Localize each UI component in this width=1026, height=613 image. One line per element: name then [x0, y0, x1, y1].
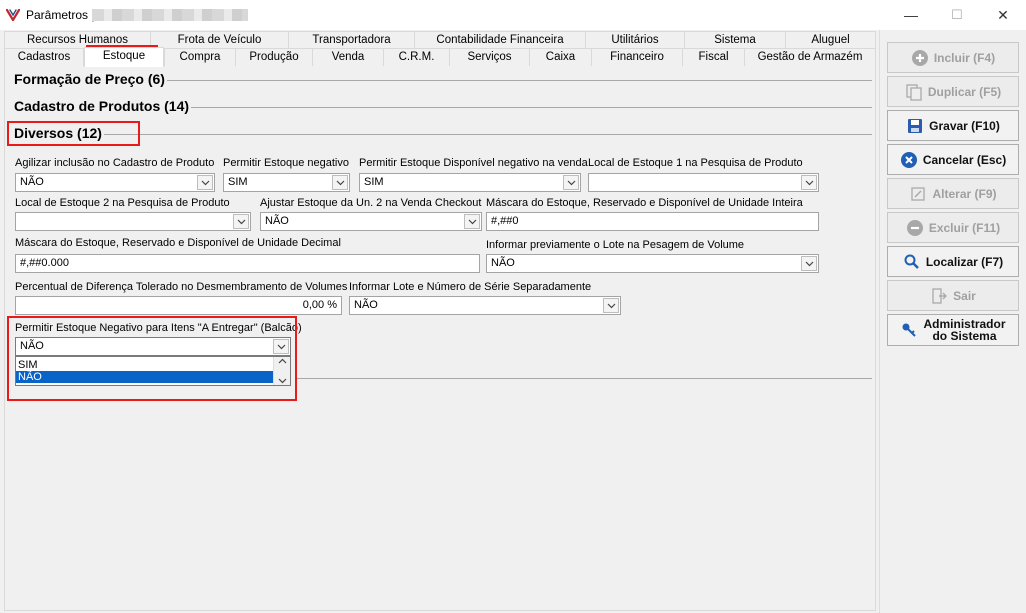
options-scrollbar[interactable] — [273, 357, 290, 385]
tab-control: Recursos Humanos Frota de Veículo Transp… — [4, 31, 876, 67]
key-icon — [902, 323, 917, 337]
label-estoque-negativo-a-entregar: Permitir Estoque Negativo para Itens "A … — [15, 322, 302, 334]
title-bar: Parâmetros | — ☐ ✕ — [0, 0, 1026, 30]
chevron-down-icon[interactable] — [273, 339, 289, 354]
mascara-inteira-input[interactable]: #,##0 — [486, 212, 819, 231]
copy-icon — [906, 83, 922, 101]
estoque-disponivel-negativo-select[interactable]: SIM — [359, 173, 581, 192]
scroll-down-icon[interactable] — [278, 378, 287, 384]
a-entregar-options-list: SIM NÃO — [15, 356, 291, 386]
chevron-down-icon[interactable] — [332, 175, 348, 190]
label-estoque-disponivel-negativo: Permitir Estoque Disponível negativo na … — [359, 157, 588, 169]
percentual-diferenca-input[interactable]: 0,00 % — [15, 296, 342, 315]
label-percentual-diferenca: Percentual de Diferença Tolerado no Desm… — [15, 281, 348, 293]
ajustar-estoque-un2-select[interactable]: NÃO — [260, 212, 482, 231]
estoque-negativo-a-entregar-select[interactable]: NÃO — [15, 337, 291, 356]
chevron-down-icon[interactable] — [801, 175, 817, 190]
action-panel: Incluir (F4) Duplicar (F5) Gravar (F10) … — [879, 30, 1026, 613]
edit-icon — [911, 186, 926, 201]
group-diversos[interactable]: Diversos (12) — [14, 125, 104, 141]
cancel-icon — [900, 151, 917, 168]
group-divider — [14, 134, 872, 135]
redacted-title-info — [92, 9, 248, 21]
excluir-button[interactable]: Excluir (F11) — [887, 212, 1019, 243]
chevron-down-icon[interactable] — [233, 214, 249, 229]
lote-serie-separadamente-select[interactable]: NÃO — [349, 296, 621, 315]
incluir-button[interactable]: Incluir (F4) — [887, 42, 1019, 73]
group-formacao-de-preco[interactable]: Formação de Preço (6) — [14, 71, 167, 87]
close-button[interactable]: ✕ — [980, 0, 1026, 30]
administrador-sistema-button[interactable]: Administrador do Sistema — [887, 314, 1019, 346]
tab-aluguel[interactable]: Aluguel — [785, 31, 876, 49]
label-agilizar-inclusao: Agilizar inclusão no Cadastro de Produto — [15, 157, 215, 169]
estoque-negativo-select[interactable]: SIM — [223, 173, 350, 192]
chevron-down-icon[interactable] — [197, 175, 213, 190]
tab-utilitarios[interactable]: Utilitários — [585, 31, 685, 49]
tab-servicos[interactable]: Serviços — [449, 48, 530, 66]
label-mascara-decimal: Máscara do Estoque, Reservado e Disponív… — [15, 237, 341, 249]
duplicar-button[interactable]: Duplicar (F5) — [887, 76, 1019, 107]
chevron-down-icon[interactable] — [603, 298, 619, 313]
search-icon — [904, 254, 919, 269]
maximize-button[interactable]: ☐ — [934, 0, 980, 30]
exit-door-icon — [932, 287, 948, 304]
tab-row-bottom: Cadastros Estoque Compra Produção Venda … — [4, 47, 876, 67]
cancelar-button[interactable]: Cancelar (Esc) — [887, 144, 1019, 175]
tab-crm[interactable]: C.R.M. — [383, 48, 450, 66]
label-ajustar-estoque-un2: Ajustar Estoque da Un. 2 na Venda Checko… — [260, 197, 482, 209]
tab-financeiro[interactable]: Financeiro — [591, 48, 683, 66]
group-divider — [297, 378, 872, 379]
chevron-down-icon[interactable] — [464, 214, 480, 229]
local-estoque-2-select[interactable] — [15, 212, 251, 231]
tab-transportadora[interactable]: Transportadora — [288, 31, 415, 49]
tab-compra[interactable]: Compra — [164, 48, 236, 66]
tab-producao[interactable]: Produção — [235, 48, 313, 66]
informar-lote-pesagem-select[interactable]: NÃO — [486, 254, 819, 273]
agilizar-inclusao-select[interactable]: NÃO — [15, 173, 215, 192]
local-estoque-1-select[interactable] — [588, 173, 819, 192]
tab-venda[interactable]: Venda — [312, 48, 384, 66]
window-title: Parâmetros | — [26, 8, 95, 22]
tab-estoque[interactable]: Estoque — [84, 47, 164, 67]
tab-fiscal[interactable]: Fiscal — [682, 48, 745, 66]
plus-circle-icon — [911, 49, 928, 66]
localizar-button[interactable]: Localizar (F7) — [887, 246, 1019, 277]
label-estoque-negativo: Permitir Estoque negativo — [223, 157, 349, 169]
label-informar-lote-pesagem: Informar previamente o Lote na Pesagem d… — [486, 239, 745, 251]
mascara-decimal-input[interactable]: #,##0.000 — [15, 254, 480, 273]
app-logo-icon — [6, 8, 20, 22]
tab-frota-de-veiculo[interactable]: Frota de Veículo — [150, 31, 289, 49]
chevron-down-icon[interactable] — [801, 256, 817, 271]
tab-sistema[interactable]: Sistema — [684, 31, 786, 49]
tab-cadastros[interactable]: Cadastros — [4, 48, 84, 66]
save-icon — [908, 118, 923, 133]
option-sim[interactable]: SIM — [16, 359, 290, 371]
label-local-estoque-2: Local de Estoque 2 na Pesquisa de Produt… — [15, 197, 230, 209]
gravar-button[interactable]: Gravar (F10) — [887, 110, 1019, 141]
label-lote-serie-separadamente: Informar Lote e Número de Série Separada… — [349, 281, 592, 293]
alterar-button[interactable]: Alterar (F9) — [887, 178, 1019, 209]
label-mascara-inteira: Máscara do Estoque, Reservado e Disponív… — [486, 197, 803, 209]
label-local-estoque-1: Local de Estoque 1 na Pesquisa de Produt… — [588, 157, 803, 169]
minimize-button[interactable]: — — [888, 0, 934, 30]
option-nao[interactable]: NÃO — [16, 371, 274, 383]
tab-content-estoque: Formação de Preço (6) Cadastro de Produt… — [4, 66, 876, 611]
chevron-down-icon[interactable] — [563, 175, 579, 190]
tab-contabilidade-financeira[interactable]: Contabilidade Financeira — [414, 31, 586, 49]
minus-circle-icon — [906, 219, 923, 236]
tab-gestao-de-armazem[interactable]: Gestão de Armazém — [744, 48, 876, 66]
tab-caixa[interactable]: Caixa — [529, 48, 592, 66]
sair-button[interactable]: Sair — [887, 280, 1019, 311]
scroll-up-icon[interactable] — [278, 358, 287, 364]
group-cadastro-de-produtos[interactable]: Cadastro de Produtos (14) — [14, 98, 192, 114]
